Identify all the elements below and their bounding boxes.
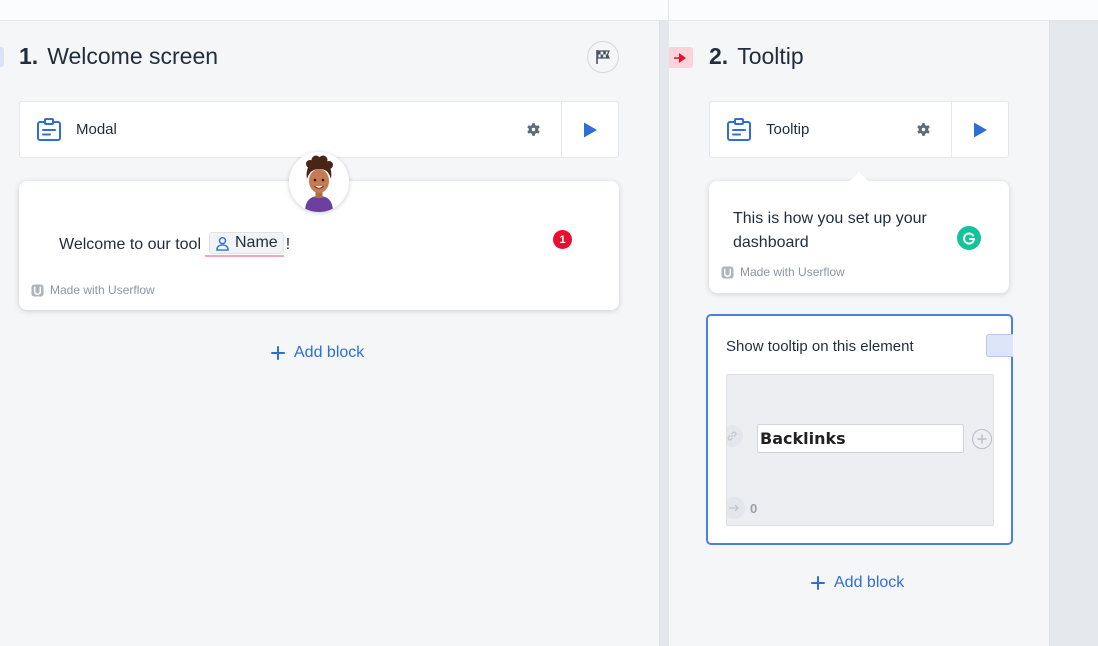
welcome-text[interactable]: Welcome to our tool Name ! bbox=[59, 232, 290, 257]
element-selector-block[interactable]: Show tooltip on this element Backlinks 0 bbox=[706, 314, 1013, 545]
welcome-text-start: Welcome to our tool bbox=[59, 235, 201, 253]
step-2-title[interactable]: 2. Tooltip bbox=[709, 43, 804, 70]
issue-count-badge[interactable]: 1 bbox=[553, 230, 572, 249]
grammarly-icon[interactable] bbox=[957, 226, 981, 250]
checkered-flag-icon bbox=[596, 50, 610, 64]
add-block-label: Add block bbox=[294, 344, 365, 361]
play-icon bbox=[584, 122, 597, 137]
made-with-userflow: Made with Userflow bbox=[31, 283, 155, 297]
column-divider bbox=[659, 21, 669, 646]
branding-text: Made with Userflow bbox=[740, 265, 845, 279]
add-block-button[interactable]: Add block bbox=[811, 574, 904, 592]
avatar bbox=[289, 152, 349, 212]
arrow-right-icon bbox=[727, 497, 745, 519]
step-number: 2. bbox=[709, 43, 729, 69]
element-preview[interactable]: Backlinks 0 bbox=[726, 374, 994, 526]
right-gutter bbox=[1049, 21, 1098, 646]
step-name: Tooltip bbox=[737, 43, 804, 69]
tooltip-card-icon bbox=[724, 115, 754, 145]
tooltip-pointer bbox=[849, 172, 869, 182]
attribute-chip-label: Name bbox=[235, 234, 278, 251]
preview-play-button[interactable] bbox=[951, 102, 1008, 157]
play-icon bbox=[974, 122, 987, 137]
preview-input: Backlinks bbox=[757, 424, 964, 453]
step-1-title[interactable]: 1. Welcome screen bbox=[19, 43, 218, 70]
made-with-userflow: Made with Userflow bbox=[721, 265, 845, 279]
gear-icon[interactable] bbox=[911, 118, 935, 142]
spellcheck-underline: Name bbox=[205, 232, 284, 257]
add-block-button[interactable]: Add block bbox=[271, 344, 364, 362]
step-2-header: Tooltip bbox=[709, 101, 1009, 158]
plus-circle-icon bbox=[972, 429, 992, 449]
preview-play-button[interactable] bbox=[561, 102, 618, 157]
plus-icon bbox=[811, 576, 825, 590]
preview-count: 0 bbox=[750, 501, 758, 516]
attribute-chip[interactable]: Name bbox=[209, 232, 284, 254]
tooltip-text[interactable]: This is how you set up your dashboard bbox=[733, 207, 948, 255]
step-1-header: Modal bbox=[19, 101, 619, 158]
step-name: Welcome screen bbox=[47, 43, 219, 69]
step-type-label: Tooltip bbox=[766, 121, 810, 138]
gear-icon[interactable] bbox=[521, 118, 545, 142]
goal-flag-button[interactable] bbox=[587, 41, 619, 73]
trigger-marker[interactable] bbox=[669, 47, 693, 68]
trigger-arrow-icon bbox=[674, 52, 686, 63]
tooltip-preview-card[interactable]: This is how you set up your dashboard Ma… bbox=[709, 181, 1009, 293]
top-bar bbox=[0, 0, 1098, 21]
top-bar-divider bbox=[668, 0, 669, 21]
step-type-label: Modal bbox=[76, 121, 117, 138]
userflow-logo-icon bbox=[31, 283, 44, 297]
step-number: 1. bbox=[19, 43, 39, 69]
user-icon bbox=[216, 236, 229, 251]
modal-card-icon bbox=[34, 115, 64, 145]
link-icon bbox=[727, 425, 743, 447]
plus-icon bbox=[271, 346, 285, 360]
welcome-text-end: ! bbox=[285, 235, 291, 253]
add-block-label: Add block bbox=[834, 574, 905, 591]
incoming-connection-stub bbox=[0, 47, 4, 67]
branding-text: Made with Userflow bbox=[50, 283, 155, 297]
userflow-logo-icon bbox=[721, 265, 734, 279]
element-selector-toggle[interactable] bbox=[986, 334, 1013, 357]
element-selector-label: Show tooltip on this element bbox=[726, 338, 914, 355]
